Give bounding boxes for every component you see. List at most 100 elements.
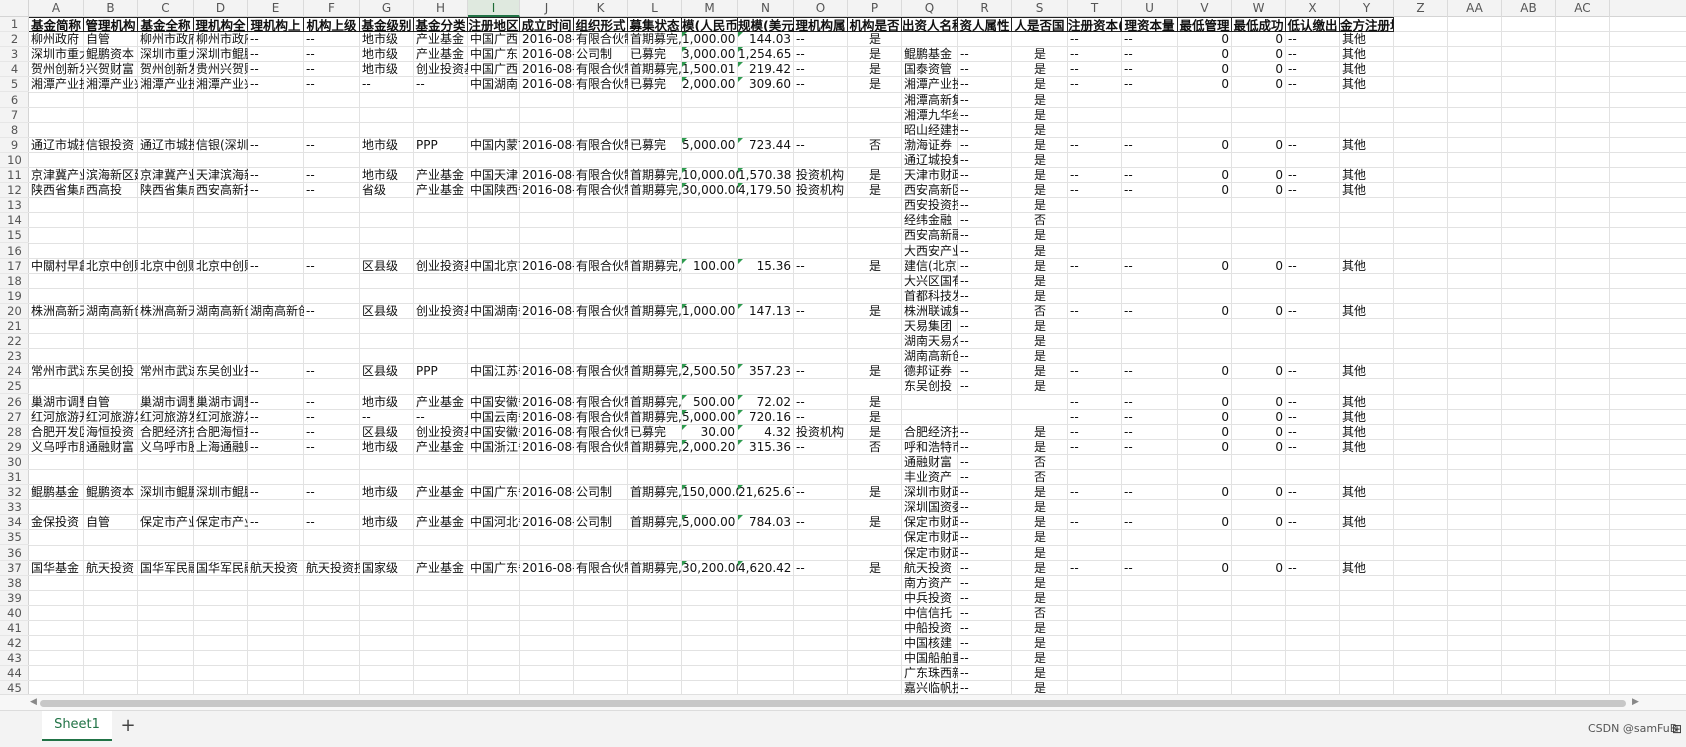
cell-q24[interactable]: 德邦证券 bbox=[902, 364, 958, 379]
row-header-8[interactable]: 8 bbox=[0, 123, 29, 138]
column-header-o[interactable]: O bbox=[794, 0, 848, 17]
cell-q45[interactable]: 嘉兴临帆技 bbox=[902, 681, 958, 694]
row-header-39[interactable]: 39 bbox=[0, 591, 29, 606]
header-cell-k[interactable]: 组织形式 bbox=[574, 17, 628, 33]
cell-b12[interactable]: 西高投 bbox=[84, 183, 138, 198]
cell-q28[interactable]: 合肥经济技 bbox=[902, 425, 958, 440]
column-header-ab[interactable]: AB bbox=[1502, 0, 1556, 17]
cell-m37[interactable]: 30,200.00 bbox=[682, 561, 738, 576]
cell-f2[interactable]: -- bbox=[304, 32, 360, 47]
row-header-28[interactable]: 28 bbox=[0, 425, 29, 440]
cell-l34[interactable]: 首期募完, bbox=[628, 515, 682, 530]
cell-b3[interactable]: 鲲鹏资本 bbox=[84, 47, 138, 62]
cell-f37[interactable]: 航天投资控 bbox=[304, 561, 360, 576]
cell-u3[interactable]: -- bbox=[1122, 47, 1178, 62]
cell-e24[interactable]: -- bbox=[248, 364, 304, 379]
cell-o26[interactable]: -- bbox=[794, 395, 848, 410]
cell-o17[interactable]: -- bbox=[794, 259, 848, 274]
cell-s21[interactable]: 是 bbox=[1012, 319, 1068, 334]
cell-r18[interactable]: -- bbox=[958, 274, 1012, 289]
cell-g20[interactable]: 区县级 bbox=[360, 304, 414, 319]
cell-k17[interactable]: 有限合伙制 bbox=[574, 259, 628, 274]
cell-r7[interactable]: -- bbox=[958, 108, 1012, 123]
header-cell-y[interactable]: 金方注册地区 bbox=[1340, 17, 1394, 33]
cell-a32[interactable]: 鲲鹏基金 bbox=[29, 485, 84, 500]
cell-q13[interactable]: 西安投资控 bbox=[902, 198, 958, 213]
scroll-right-icon[interactable]: ▶ bbox=[1632, 697, 1639, 707]
cell-o12[interactable]: 投资机构 bbox=[794, 183, 848, 198]
cell-q19[interactable]: 首都科技发 bbox=[902, 289, 958, 304]
cell-k4[interactable]: 有限合伙制 bbox=[574, 62, 628, 77]
cell-i2[interactable]: 中国广西 bbox=[468, 32, 520, 47]
cell-s35[interactable]: 是 bbox=[1012, 530, 1068, 545]
row-header-34[interactable]: 34 bbox=[0, 515, 29, 531]
cell-x2[interactable]: -- bbox=[1286, 32, 1340, 47]
cell-y29[interactable]: 其他 bbox=[1340, 440, 1394, 455]
cell-w28[interactable]: 0 bbox=[1232, 425, 1286, 440]
cell-y5[interactable]: 其他 bbox=[1340, 77, 1394, 92]
cell-q38[interactable]: 南方资产 bbox=[902, 576, 958, 591]
cell-q34[interactable]: 保定市财政 bbox=[902, 515, 958, 530]
cell-e9[interactable]: -- bbox=[248, 138, 304, 153]
cell-h27[interactable]: -- bbox=[414, 410, 468, 425]
scrollbar-thumb[interactable] bbox=[40, 700, 1626, 707]
cell-a5[interactable]: 湘潭产业投 bbox=[29, 77, 84, 92]
cell-w9[interactable]: 0 bbox=[1232, 138, 1286, 153]
cell-r35[interactable]: -- bbox=[958, 530, 1012, 545]
cell-s3[interactable]: 是 bbox=[1012, 47, 1068, 62]
cell-g12[interactable]: 省级 bbox=[360, 183, 414, 198]
cell-r37[interactable]: -- bbox=[958, 561, 1012, 576]
cell-h2[interactable]: 产业基金 bbox=[414, 32, 468, 47]
cell-c29[interactable]: 义乌呼市股 bbox=[138, 440, 194, 455]
cell-s40[interactable]: 否 bbox=[1012, 606, 1068, 621]
cell-q6[interactable]: 湘潭高新集 bbox=[902, 93, 958, 108]
cell-k24[interactable]: 有限合伙制 bbox=[574, 364, 628, 379]
cell-r14[interactable]: -- bbox=[958, 213, 1012, 228]
cell-u34[interactable]: -- bbox=[1122, 515, 1178, 530]
cell-q14[interactable]: 经纬金融 bbox=[902, 213, 958, 228]
cell-x32[interactable]: -- bbox=[1286, 485, 1340, 500]
cell-l27[interactable]: 首期募完, bbox=[628, 410, 682, 425]
cell-c9[interactable]: 通辽市城投 bbox=[138, 138, 194, 153]
cell-q21[interactable]: 天易集团 bbox=[902, 319, 958, 334]
cell-p9[interactable]: 否 bbox=[848, 138, 902, 153]
cell-b29[interactable]: 通融财富 bbox=[84, 440, 138, 455]
column-header-v[interactable]: V bbox=[1178, 0, 1232, 17]
cell-w34[interactable]: 0 bbox=[1232, 515, 1286, 530]
cell-p24[interactable]: 是 bbox=[848, 364, 902, 379]
cell-v29[interactable]: 0 bbox=[1178, 440, 1232, 455]
row-header-23[interactable]: 23 bbox=[0, 349, 29, 365]
cell-j28[interactable]: 2016-08-22 bbox=[520, 425, 574, 440]
cell-x12[interactable]: -- bbox=[1286, 183, 1340, 198]
cell-x11[interactable]: -- bbox=[1286, 168, 1340, 183]
cell-h24[interactable]: PPP bbox=[414, 364, 468, 379]
cell-d27[interactable]: 红河旅游发 bbox=[194, 410, 248, 425]
cell-g24[interactable]: 区县级 bbox=[360, 364, 414, 379]
cell-k9[interactable]: 有限合伙制 bbox=[574, 138, 628, 153]
header-cell-a[interactable]: 基金简称 bbox=[29, 17, 84, 33]
cell-q22[interactable]: 湖南天易众 bbox=[902, 334, 958, 349]
cell-s25[interactable]: 是 bbox=[1012, 379, 1068, 394]
header-cell-j[interactable]: 成立时间 bbox=[520, 17, 574, 33]
cell-d28[interactable]: 合肥海恒投 bbox=[194, 425, 248, 440]
cell-f26[interactable]: -- bbox=[304, 395, 360, 410]
cell-a34[interactable]: 金保投资 bbox=[29, 515, 84, 530]
cell-u37[interactable]: -- bbox=[1122, 561, 1178, 576]
cell-p2[interactable]: 是 bbox=[848, 32, 902, 47]
cell-l11[interactable]: 首期募完, bbox=[628, 168, 682, 183]
row-header-30[interactable]: 30 bbox=[0, 455, 29, 470]
cell-c20[interactable]: 株洲高新天 bbox=[138, 304, 194, 319]
cell-p28[interactable]: 是 bbox=[848, 425, 902, 440]
cell-f3[interactable]: -- bbox=[304, 47, 360, 62]
cell-g11[interactable]: 地市级 bbox=[360, 168, 414, 183]
cell-h29[interactable]: 产业基金 bbox=[414, 440, 468, 455]
cell-m4[interactable]: 1,500.01 bbox=[682, 62, 738, 77]
cell-r22[interactable]: -- bbox=[958, 334, 1012, 349]
cell-y37[interactable]: 其他 bbox=[1340, 561, 1394, 576]
cell-o9[interactable]: -- bbox=[794, 138, 848, 153]
cell-m26[interactable]: 500.00 bbox=[682, 395, 738, 410]
cell-r19[interactable]: -- bbox=[958, 289, 1012, 304]
header-cell-b[interactable]: 管理机构 bbox=[84, 17, 138, 33]
cell-v9[interactable]: 0 bbox=[1178, 138, 1232, 153]
cell-t5[interactable]: -- bbox=[1068, 77, 1122, 92]
